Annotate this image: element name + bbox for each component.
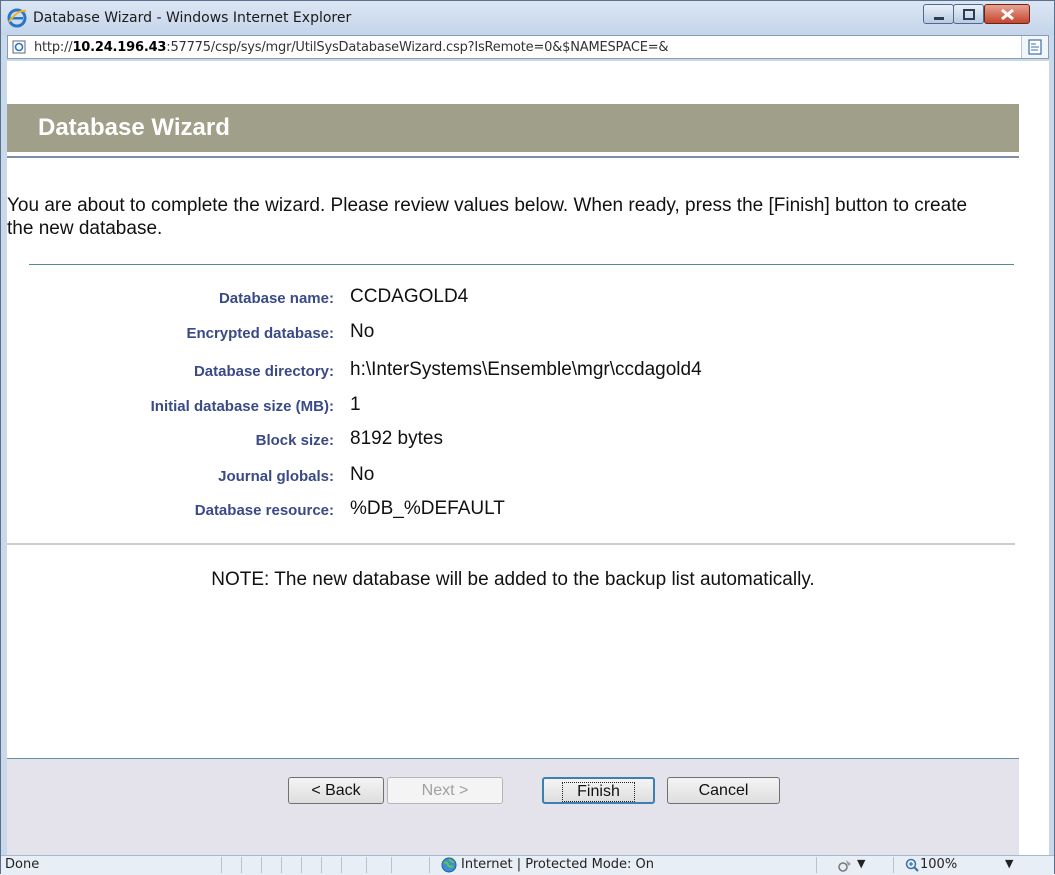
intro-divider bbox=[29, 264, 1014, 265]
status-separator bbox=[366, 857, 367, 873]
summary-row-journal: Journal globals: No bbox=[7, 464, 1007, 490]
page-content: Database Wizard You are about to complet… bbox=[7, 61, 1049, 856]
status-separator bbox=[281, 857, 282, 873]
status-separator bbox=[893, 857, 894, 873]
summary-value: 8192 bytes bbox=[350, 428, 443, 449]
back-button[interactable]: < Back bbox=[288, 777, 384, 804]
summary-value: No bbox=[350, 321, 375, 342]
url-path: :57775/csp/sys/mgr/UtilSysDatabaseWizard… bbox=[166, 40, 669, 55]
summary-row-database-name: Database name: CCDAGOLD4 bbox=[7, 286, 1007, 312]
summary-value: No bbox=[350, 464, 375, 485]
maximize-button[interactable] bbox=[953, 4, 984, 24]
close-button[interactable] bbox=[984, 4, 1030, 24]
title-bar[interactable]: Database Wizard - Windows Internet Explo… bbox=[1, 1, 1054, 35]
minimize-icon bbox=[934, 17, 944, 20]
globe-icon bbox=[441, 857, 457, 873]
chevron-down-icon[interactable]: ▼ bbox=[1005, 857, 1013, 870]
address-url[interactable]: http://10.24.196.43:57775/csp/sys/mgr/Ut… bbox=[34, 40, 669, 55]
summary-label: Encrypted database: bbox=[186, 325, 334, 342]
summary-row-directory: Database directory: h:\InterSystems\Ense… bbox=[7, 359, 1007, 385]
status-separator bbox=[261, 857, 262, 873]
browser-window: Database Wizard - Windows Internet Explo… bbox=[0, 0, 1055, 875]
status-separator bbox=[816, 857, 817, 873]
summary-label: Database name: bbox=[218, 290, 334, 307]
summary-value: CCDAGOLD4 bbox=[350, 286, 469, 307]
summary-value: h:\InterSystems\Ensemble\mgr\ccdagold4 bbox=[350, 359, 702, 380]
status-separator bbox=[321, 857, 322, 873]
chevron-down-icon[interactable]: ▼ bbox=[857, 857, 865, 870]
summary-label: Block size: bbox=[255, 432, 334, 449]
finish-button-label: Finish bbox=[562, 782, 635, 802]
summary-label: Database resource: bbox=[194, 502, 334, 519]
summary-label: Database directory: bbox=[193, 363, 334, 380]
status-separator bbox=[341, 857, 342, 873]
backup-note: NOTE: The new database will be added to … bbox=[211, 569, 815, 590]
finish-button[interactable]: Finish bbox=[542, 777, 655, 804]
status-bar: Done Internet | Protected Mode: On ▼ 100… bbox=[1, 855, 1054, 875]
summary-value: %DB_%DEFAULT bbox=[350, 498, 505, 519]
popup-settings-icon[interactable] bbox=[835, 857, 855, 873]
ie-logo-icon bbox=[7, 8, 27, 28]
wizard-header: Database Wizard bbox=[7, 104, 1019, 152]
zoom-icon[interactable] bbox=[905, 857, 919, 873]
close-icon bbox=[1001, 8, 1014, 21]
maximize-icon bbox=[963, 9, 975, 20]
header-divider bbox=[7, 156, 1019, 158]
status-separator bbox=[429, 857, 430, 873]
next-button[interactable]: Next > bbox=[387, 777, 503, 804]
page-title: Database Wizard bbox=[38, 114, 230, 141]
window-title: Database Wizard - Windows Internet Explo… bbox=[33, 10, 352, 26]
summary-row-block-size: Block size: 8192 bytes bbox=[7, 428, 1007, 454]
status-separator bbox=[301, 857, 302, 873]
summary-row-initial-size: Initial database size (MB): 1 bbox=[7, 394, 1007, 420]
url-host: 10.24.196.43 bbox=[72, 40, 167, 55]
cancel-button[interactable]: Cancel bbox=[667, 777, 780, 804]
summary-divider bbox=[7, 543, 1015, 545]
intro-text: You are about to complete the wizard. Pl… bbox=[7, 195, 968, 239]
page-icon bbox=[12, 40, 26, 54]
summary-row-encrypted: Encrypted database: No bbox=[7, 321, 1007, 347]
security-zone-text[interactable]: Internet | Protected Mode: On bbox=[461, 857, 654, 872]
compatibility-view-button[interactable] bbox=[1021, 36, 1048, 58]
url-prefix: http:// bbox=[34, 40, 73, 55]
summary-label: Initial database size (MB): bbox=[150, 398, 334, 415]
summary-value: 1 bbox=[350, 394, 361, 415]
compatibility-view-icon bbox=[1028, 39, 1042, 55]
summary-label: Journal globals: bbox=[218, 468, 334, 485]
status-separator bbox=[221, 857, 222, 873]
summary-row-resource: Database resource: %DB_%DEFAULT bbox=[7, 498, 1007, 524]
minimize-button[interactable] bbox=[923, 4, 954, 24]
status-separator bbox=[391, 857, 392, 873]
status-separator bbox=[241, 857, 242, 873]
button-bar: < Back Next > Finish Cancel bbox=[7, 758, 1019, 856]
status-text: Done bbox=[5, 857, 40, 872]
address-bar[interactable]: http://10.24.196.43:57775/csp/sys/mgr/Ut… bbox=[7, 35, 1049, 59]
zoom-level[interactable]: 100% bbox=[920, 857, 957, 872]
